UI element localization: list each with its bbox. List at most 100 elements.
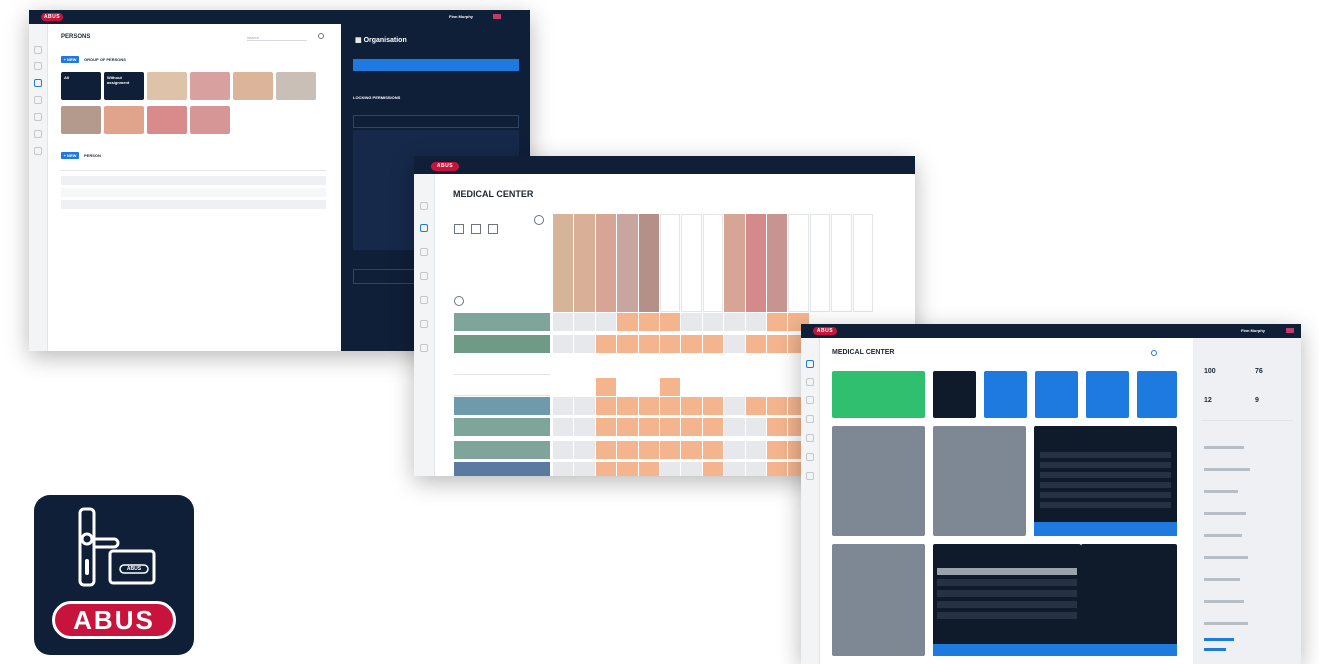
permission-cell[interactable]: [745, 397, 766, 415]
help-icon[interactable]: [471, 224, 481, 234]
permission-cell[interactable]: [660, 357, 681, 375]
log-row[interactable]: [937, 612, 1077, 619]
organisation-dropdown[interactable]: [353, 59, 519, 71]
calendar-icon[interactable]: [806, 453, 814, 461]
permission-cell[interactable]: [660, 462, 681, 476]
permission-cell[interactable]: [553, 378, 574, 396]
door-column-header[interactable]: [788, 214, 809, 312]
job-list-row[interactable]: [1040, 502, 1171, 508]
user-name[interactable]: Finn Murphy: [449, 14, 473, 19]
permission-cell[interactable]: [745, 335, 766, 353]
table-row[interactable]: [61, 176, 326, 185]
door-column-header[interactable]: [724, 214, 745, 312]
permission-cell[interactable]: [638, 378, 659, 396]
calendar-icon[interactable]: [420, 320, 428, 328]
home-icon[interactable]: [806, 360, 814, 368]
permission-cell[interactable]: [595, 313, 617, 331]
add-person-button[interactable]: + NEW: [61, 152, 79, 159]
door-column-header[interactable]: [767, 214, 788, 312]
permission-item[interactable]: [353, 115, 519, 128]
permission-cell[interactable]: [724, 441, 745, 459]
permission-cell[interactable]: [745, 378, 766, 396]
permission-cell[interactable]: [595, 378, 617, 396]
permission-cell[interactable]: [574, 313, 595, 331]
permission-cell[interactable]: [638, 441, 659, 459]
permission-cell[interactable]: [617, 397, 638, 415]
permission-cell[interactable]: [702, 357, 724, 375]
permission-cell[interactable]: [724, 335, 745, 353]
search-icon[interactable]: [1151, 350, 1157, 356]
permission-cell[interactable]: [681, 462, 702, 476]
permission-cell[interactable]: [553, 335, 574, 353]
permission-cell[interactable]: [574, 441, 595, 459]
permission-cell[interactable]: [553, 462, 574, 476]
permission-cell[interactable]: [767, 441, 788, 459]
person-row-header[interactable]: [454, 313, 550, 331]
permission-cell[interactable]: [681, 418, 702, 436]
log-row[interactable]: [937, 601, 1077, 608]
permission-cell[interactable]: [660, 313, 681, 331]
search-icon[interactable]: [318, 33, 324, 39]
calendar-icon[interactable]: [34, 130, 42, 138]
permission-cell[interactable]: [660, 378, 681, 396]
permission-cell[interactable]: [681, 357, 702, 375]
permission-cell[interactable]: [702, 441, 724, 459]
permission-cell[interactable]: [617, 335, 638, 353]
log-row[interactable]: [937, 579, 1077, 586]
permission-cell[interactable]: [767, 418, 788, 436]
permission-cell[interactable]: [574, 418, 595, 436]
job-list-row[interactable]: [1040, 482, 1171, 488]
door-icon[interactable]: [34, 62, 42, 70]
permission-cell[interactable]: [574, 462, 595, 476]
gear-icon[interactable]: [34, 113, 42, 121]
door-icon[interactable]: [806, 378, 814, 386]
home-icon[interactable]: [34, 46, 42, 54]
door-column-header[interactable]: [595, 214, 617, 312]
permission-cell[interactable]: [745, 462, 766, 476]
list-icon[interactable]: [806, 415, 814, 423]
permission-cell[interactable]: [660, 441, 681, 459]
action-tile[interactable]: [1035, 371, 1078, 418]
permission-cell[interactable]: [745, 418, 766, 436]
door-column-header[interactable]: [574, 214, 595, 312]
permission-cell[interactable]: [617, 462, 638, 476]
permission-cell[interactable]: [767, 357, 788, 375]
prev-icon[interactable]: [454, 296, 464, 306]
person-row-header[interactable]: [454, 462, 550, 476]
gear-icon[interactable]: [806, 434, 814, 442]
add-group-button[interactable]: + NEW: [61, 56, 79, 63]
job-list-row[interactable]: [1040, 462, 1171, 468]
table-row[interactable]: [61, 188, 326, 197]
list-icon[interactable]: [420, 272, 428, 280]
permission-cell[interactable]: [660, 335, 681, 353]
permission-cell[interactable]: [553, 441, 574, 459]
plus-icon[interactable]: [488, 224, 498, 234]
group-tile[interactable]: [190, 72, 230, 100]
permission-cell[interactable]: [617, 441, 638, 459]
group-tile[interactable]: [147, 106, 187, 134]
settings-icon[interactable]: [806, 472, 814, 480]
permission-cell[interactable]: [553, 357, 574, 375]
permission-cell[interactable]: [724, 397, 745, 415]
group-tile[interactable]: [104, 106, 144, 134]
door-column-header[interactable]: [809, 214, 831, 312]
permission-cell[interactable]: [702, 397, 724, 415]
permission-cell[interactable]: [638, 418, 659, 436]
job-list-row[interactable]: [1040, 492, 1171, 498]
permission-cell[interactable]: [595, 441, 617, 459]
permission-cell[interactable]: [767, 462, 788, 476]
show-all-button[interactable]: [1034, 522, 1177, 536]
permission-cell[interactable]: [595, 462, 617, 476]
permission-cell[interactable]: [767, 397, 788, 415]
permission-cell[interactable]: [702, 313, 724, 331]
permission-cell[interactable]: [553, 418, 574, 436]
permission-cell[interactable]: [681, 313, 702, 331]
permission-cell[interactable]: [745, 441, 766, 459]
link[interactable]: [1204, 638, 1234, 641]
permission-cell[interactable]: [767, 335, 788, 353]
door-column-header[interactable]: [638, 214, 659, 312]
person-row-header[interactable]: [454, 378, 550, 396]
home-icon[interactable]: [420, 202, 428, 210]
door-column-header[interactable]: [553, 214, 574, 312]
action-tile[interactable]: [832, 371, 925, 418]
